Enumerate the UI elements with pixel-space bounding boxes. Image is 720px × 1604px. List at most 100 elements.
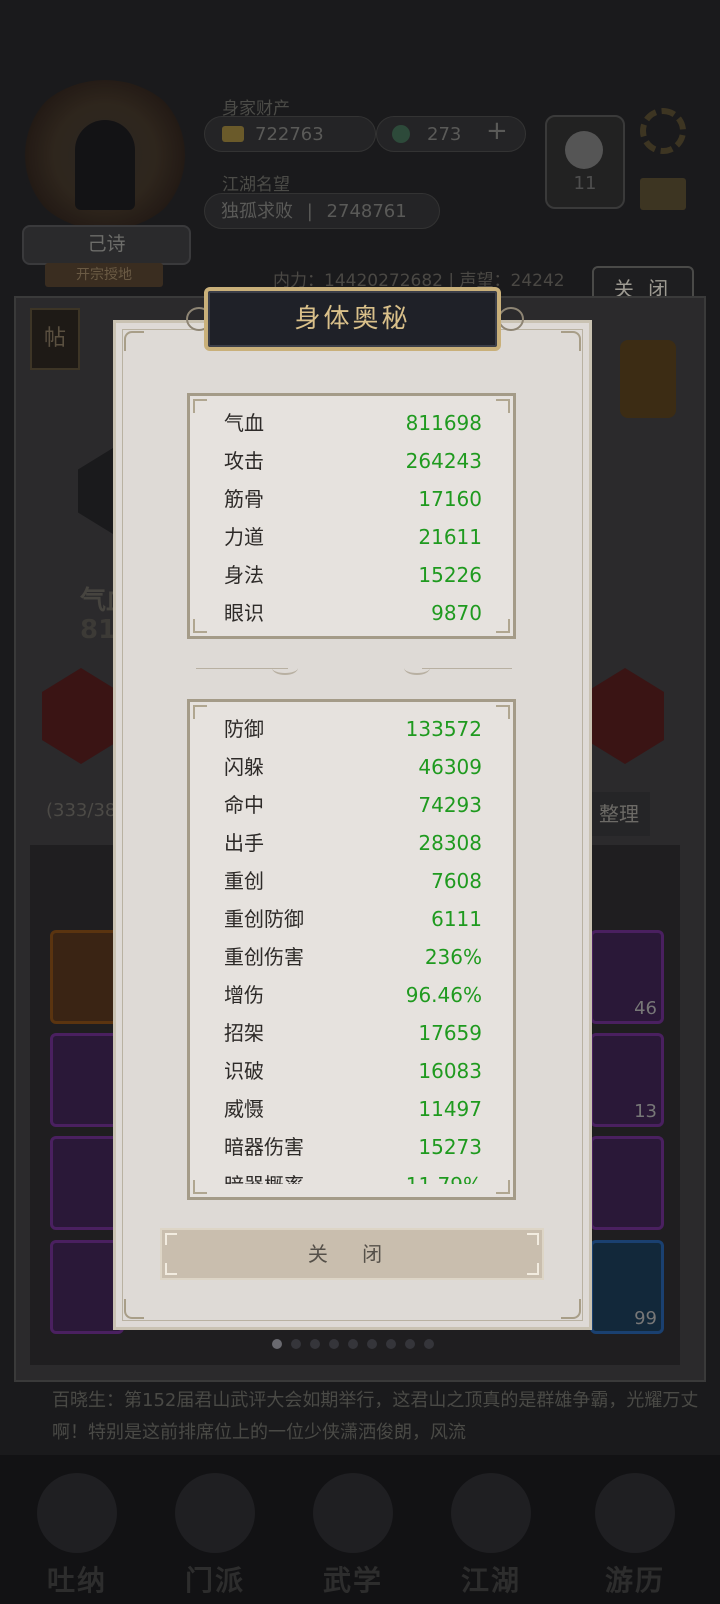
martial-arts-icon <box>313 1473 393 1553</box>
sect-icon <box>175 1473 255 1553</box>
nav-breathing[interactable]: 吐纳 <box>22 1473 132 1603</box>
stat-name: 眼识 <box>224 601 264 625</box>
stat-row: 攻击 264243 <box>224 442 482 480</box>
add-currency-icon[interactable]: + <box>486 116 508 146</box>
stat-row: 闪躲 46309 <box>224 748 482 786</box>
nav-sect[interactable]: 门派 <box>160 1473 270 1603</box>
slot-count: 99 <box>634 1308 657 1329</box>
gold-icon <box>222 126 244 142</box>
close-button-label: 关 闭 <box>307 1242 397 1266</box>
advanced-stats-panel[interactable]: 防御 133572 闪躲 46309 命中 74293 出手 28308 重创 7608 … <box>187 699 516 1200</box>
page-dot[interactable] <box>367 1339 377 1349</box>
stat-name: 暗器伤害 <box>224 1135 304 1159</box>
stat-value: 9870 <box>431 601 482 625</box>
stat-row: 识破 16083 <box>224 1052 482 1090</box>
nav-label: 游历 <box>604 1564 665 1597</box>
stat-value: 21611 <box>418 525 482 549</box>
stat-row: 出手 28308 <box>224 824 482 862</box>
stat-value: 28308 <box>418 831 482 855</box>
stat-value: 811698 <box>405 411 482 435</box>
stat-value: 16083 <box>418 1059 482 1083</box>
stat-row: 重创 7608 <box>224 862 482 900</box>
level-value: 11 <box>573 173 597 194</box>
close-button[interactable]: 关 闭 <box>160 1228 544 1280</box>
nav-label: 武学 <box>322 1564 383 1597</box>
stat-value: 264243 <box>405 449 482 473</box>
settings-gear-icon[interactable] <box>640 108 686 154</box>
stat-value: 11.79% <box>406 1166 482 1184</box>
mail-icon[interactable] <box>640 178 686 210</box>
stat-name: 识破 <box>224 1059 264 1083</box>
stat-name: 重创 <box>224 869 264 893</box>
stat-row: 威慑 11497 <box>224 1090 482 1128</box>
page-dot[interactable] <box>386 1339 396 1349</box>
stat-value: 74293 <box>418 793 482 817</box>
page-dot[interactable] <box>348 1339 358 1349</box>
page-dot[interactable] <box>329 1339 339 1349</box>
stat-value: 15273 <box>418 1135 482 1159</box>
page-dot[interactable] <box>291 1339 301 1349</box>
fame-title: 独孤求败 <box>221 201 293 222</box>
stat-value: 17659 <box>418 1021 482 1045</box>
title-ornament-icon <box>498 307 524 331</box>
nav-label: 江湖 <box>460 1564 521 1597</box>
sort-button[interactable]: 整理 <box>588 792 650 836</box>
stat-row: 暗器概率 11.79% <box>224 1166 482 1184</box>
stat-name: 暗器概率 <box>224 1166 304 1184</box>
page-dot[interactable] <box>272 1339 282 1349</box>
stat-value: 6111 <box>431 907 482 931</box>
stat-name: 气血 <box>224 411 264 435</box>
nav-jianghu[interactable]: 江湖 <box>436 1473 546 1603</box>
stat-name: 出手 <box>224 831 264 855</box>
slot-count: 13 <box>634 1101 657 1122</box>
inventory-slot[interactable] <box>590 1136 664 1230</box>
stat-name: 招架 <box>224 1021 264 1045</box>
stat-value: 46309 <box>418 755 482 779</box>
player-avatar[interactable] <box>20 80 190 230</box>
page-dot[interactable] <box>405 1339 415 1349</box>
lantern-icon[interactable] <box>620 340 676 418</box>
stat-value: 133572 <box>405 717 482 741</box>
fame-display: 独孤求败 | 2748761 <box>204 193 440 229</box>
page-dot[interactable] <box>424 1339 434 1349</box>
divider-ornament-icon <box>272 661 298 675</box>
stat-name: 筋骨 <box>224 487 264 511</box>
gold-value: 722763 <box>255 124 324 145</box>
basic-stats-panel: 气血 811698 攻击 264243 筋骨 17160 力道 21611 身法 1522… <box>187 393 516 639</box>
stat-row: 气血 811698 <box>224 404 482 442</box>
dialog-title-plate: 身体奥秘 <box>204 287 501 351</box>
jade-value: 273 <box>427 124 462 145</box>
stat-name: 重创防御 <box>224 907 304 931</box>
stat-value: 236% <box>424 945 482 969</box>
stat-name: 力道 <box>224 525 264 549</box>
level-badge[interactable]: 11 <box>545 115 625 209</box>
inventory-slot[interactable]: 99 <box>590 1240 664 1334</box>
stat-value: 11497 <box>418 1097 482 1121</box>
stat-row: 招架 17659 <box>224 1014 482 1052</box>
inventory-slot[interactable]: 13 <box>590 1033 664 1127</box>
post-button[interactable]: 帖 <box>30 308 80 370</box>
player-name: 己诗 <box>22 225 191 265</box>
player-tag: 开宗授地 <box>45 263 163 287</box>
section-divider <box>422 668 512 669</box>
stat-row: 暗器伤害 15273 <box>224 1128 482 1166</box>
fame-value: 2748761 <box>326 201 407 222</box>
stat-row: 重创伤害 236% <box>224 938 482 976</box>
stat-name: 重创伤害 <box>224 945 304 969</box>
inventory-slot[interactable]: 46 <box>590 930 664 1024</box>
nav-travel[interactable]: 游历 <box>580 1473 690 1603</box>
nav-label: 门派 <box>184 1564 245 1597</box>
stat-value: 17160 <box>418 487 482 511</box>
stat-name: 攻击 <box>224 449 264 473</box>
stat-value: 15226 <box>418 563 482 587</box>
page-dot[interactable] <box>310 1339 320 1349</box>
stat-name: 防御 <box>224 717 264 741</box>
left-stat-value: 81 <box>80 615 117 645</box>
stat-row: 眼识 9870 <box>224 594 482 632</box>
stat-row: 命中 74293 <box>224 786 482 824</box>
stat-name: 身法 <box>224 563 264 587</box>
nav-martial-arts[interactable]: 武学 <box>298 1473 408 1603</box>
advanced-stats-scroll[interactable]: 防御 133572 闪躲 46309 命中 74293 出手 28308 重创 7608 … <box>190 708 513 1184</box>
jianghu-icon <box>451 1473 531 1553</box>
bottom-nav: 吐纳 门派 武学 江湖 游历 <box>0 1455 720 1604</box>
